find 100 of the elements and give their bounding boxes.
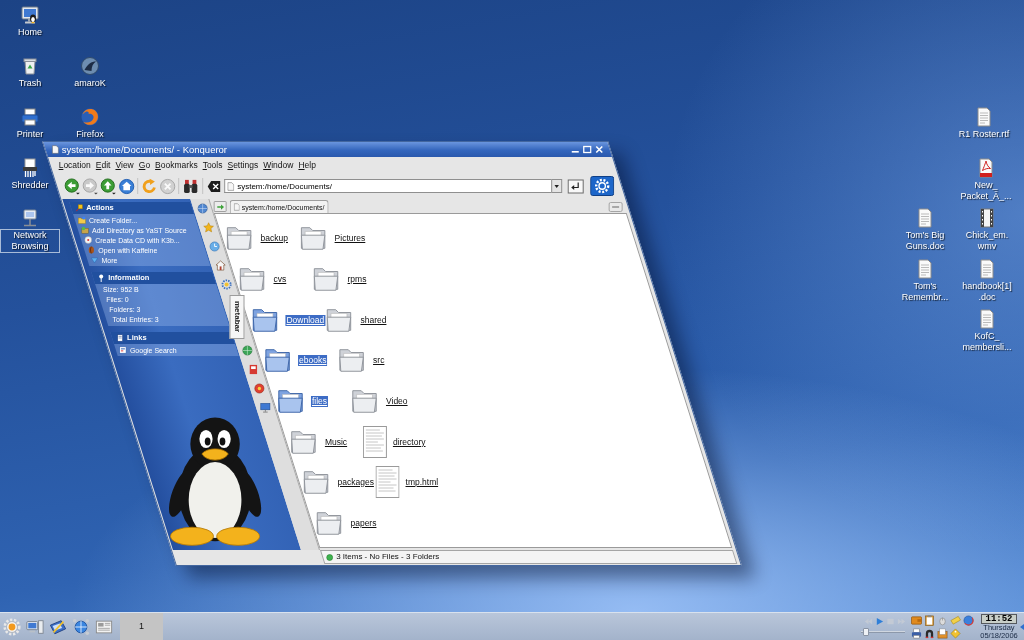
- coffee-bean-icon: [87, 246, 96, 254]
- mouse-icon: [937, 614, 948, 626]
- menu-item[interactable]: Edit: [95, 160, 111, 170]
- pdf-document-icon[interactable]: [976, 158, 996, 178]
- menu-item[interactable]: Location: [58, 160, 91, 170]
- desktop-icon-label[interactable]: Trash: [16, 77, 44, 90]
- round-logo-icon[interactable]: [80, 56, 100, 76]
- disc-icon: [253, 382, 265, 394]
- video-file-icon[interactable]: [977, 208, 997, 228]
- slider-thumb[interactable]: [862, 628, 869, 636]
- menu-item[interactable]: Bookmarks: [155, 160, 198, 170]
- shredder-icon[interactable]: [20, 158, 40, 178]
- file-item[interactable]: papers: [314, 508, 378, 539]
- desktop-icon-label[interactable]: Chick_em. wmv: [963, 229, 1011, 253]
- file-item[interactable]: files: [276, 386, 329, 417]
- tray-button[interactable]: [911, 627, 922, 639]
- gear-logo-icon: [3, 617, 21, 636]
- desktop-icon-label[interactable]: Tom's Big Guns.doc: [890, 229, 960, 253]
- location-dropdown-button[interactable]: [551, 179, 563, 193]
- sidebar-tab[interactable]: metabar: [229, 295, 244, 339]
- clock-icon: [208, 240, 220, 252]
- file-item[interactable]: rpms: [311, 264, 368, 295]
- maximize-icon: [582, 145, 592, 154]
- tray-button[interactable]: [924, 627, 935, 639]
- home-icon: [118, 177, 136, 195]
- menu-item[interactable]: Settings: [227, 160, 259, 170]
- network-monitor-icon[interactable]: [20, 208, 40, 228]
- menu-item[interactable]: Help: [298, 160, 316, 170]
- file-item[interactable]: directory: [362, 425, 427, 458]
- tray-button[interactable]: [924, 614, 935, 626]
- file-item[interactable]: shared: [324, 304, 388, 335]
- clipboard-icon: [924, 614, 935, 626]
- desktop-icon-label[interactable]: Home: [16, 26, 44, 39]
- file-item[interactable]: src: [337, 345, 386, 376]
- document-icon[interactable]: [977, 309, 997, 329]
- page-icon: [227, 181, 235, 191]
- trash-icon[interactable]: [20, 56, 40, 76]
- dropdown-caret-icon: [554, 184, 560, 188]
- document-icon[interactable]: [915, 259, 935, 279]
- file-item[interactable]: Download: [250, 304, 326, 335]
- pushpin-icon: [75, 204, 84, 212]
- printer-icon[interactable]: [20, 107, 40, 127]
- document-thumbnail-icon: [362, 425, 387, 458]
- file-item[interactable]: backup: [224, 223, 290, 254]
- stop-icon: [159, 177, 177, 195]
- file-item[interactable]: ebooks: [263, 345, 328, 376]
- desktop-icon-label[interactable]: Tom's Remembr...: [890, 280, 960, 304]
- document-icon[interactable]: [977, 259, 997, 279]
- magnet-icon: [924, 627, 935, 639]
- clear-location-button[interactable]: [207, 179, 222, 193]
- computer-icon: [26, 617, 44, 636]
- file-item[interactable]: packages: [301, 467, 376, 498]
- play-button[interactable]: [874, 617, 885, 626]
- binoculars-icon: [182, 177, 200, 195]
- menu-item[interactable]: Go: [138, 160, 151, 170]
- home-icon: [214, 259, 226, 271]
- file-item[interactable]: tmp.html: [375, 466, 440, 499]
- find-button[interactable]: [182, 177, 200, 195]
- new-folder-icon: [77, 216, 86, 224]
- document-icon[interactable]: [915, 208, 935, 228]
- file-item[interactable]: Pictures: [298, 223, 367, 254]
- go-button[interactable]: [567, 178, 585, 194]
- document-icon[interactable]: [974, 107, 994, 127]
- desktop-icon-label[interactable]: KofC_ membersli...: [960, 330, 1014, 354]
- desktop-icon-label[interactable]: R1 Roster.rtf: [956, 128, 1012, 141]
- file-item[interactable]: Music: [288, 426, 349, 457]
- desktop-icon-label[interactable]: Network Browsing: [0, 229, 60, 253]
- desktop-pager-button[interactable]: 1: [120, 613, 163, 640]
- sidebar-tab-button[interactable]: [206, 238, 223, 254]
- file-item[interactable]: cvs: [237, 264, 288, 295]
- monitor-icon[interactable]: [20, 5, 40, 25]
- package-icon: [937, 627, 948, 639]
- volume-slider[interactable]: [861, 628, 905, 636]
- new-tab-button[interactable]: [213, 201, 227, 212]
- desktop-icon-label[interactable]: handbook[1] .doc: [960, 280, 1014, 304]
- globe-icon: [963, 614, 974, 626]
- wallet-icon: [911, 614, 922, 626]
- tab-close-icon: [611, 204, 620, 209]
- location-field[interactable]: system:/home/Documents/: [224, 179, 552, 193]
- desktop-icon-label[interactable]: amaroK: [72, 77, 108, 90]
- desktop-icon-label[interactable]: Printer: [14, 128, 46, 141]
- monitor-icon: [259, 401, 271, 413]
- menu-item[interactable]: View: [115, 160, 134, 170]
- desktop-icon-label[interactable]: New_ Packet_Ã_...: [958, 179, 1014, 203]
- home-button[interactable]: [118, 177, 136, 195]
- cd-icon: [84, 236, 93, 244]
- maximize-button[interactable]: [582, 145, 592, 154]
- close-button[interactable]: [594, 145, 604, 154]
- tray-button[interactable]: [937, 627, 948, 639]
- desktop-icon-label[interactable]: Firefox: [74, 128, 106, 141]
- document-thumbnail-icon: [375, 466, 400, 499]
- file-item[interactable]: Video: [350, 386, 409, 417]
- back-button[interactable]: [64, 177, 82, 195]
- menu-item[interactable]: Window: [263, 160, 294, 170]
- up-button[interactable]: [100, 177, 118, 195]
- globe-logo-icon[interactable]: [80, 107, 100, 127]
- desktop-icon-label[interactable]: Shredder: [9, 179, 51, 192]
- menu-item[interactable]: Tools: [202, 160, 223, 170]
- play-icon: [875, 617, 885, 626]
- down-triangle-icon: [90, 256, 99, 264]
